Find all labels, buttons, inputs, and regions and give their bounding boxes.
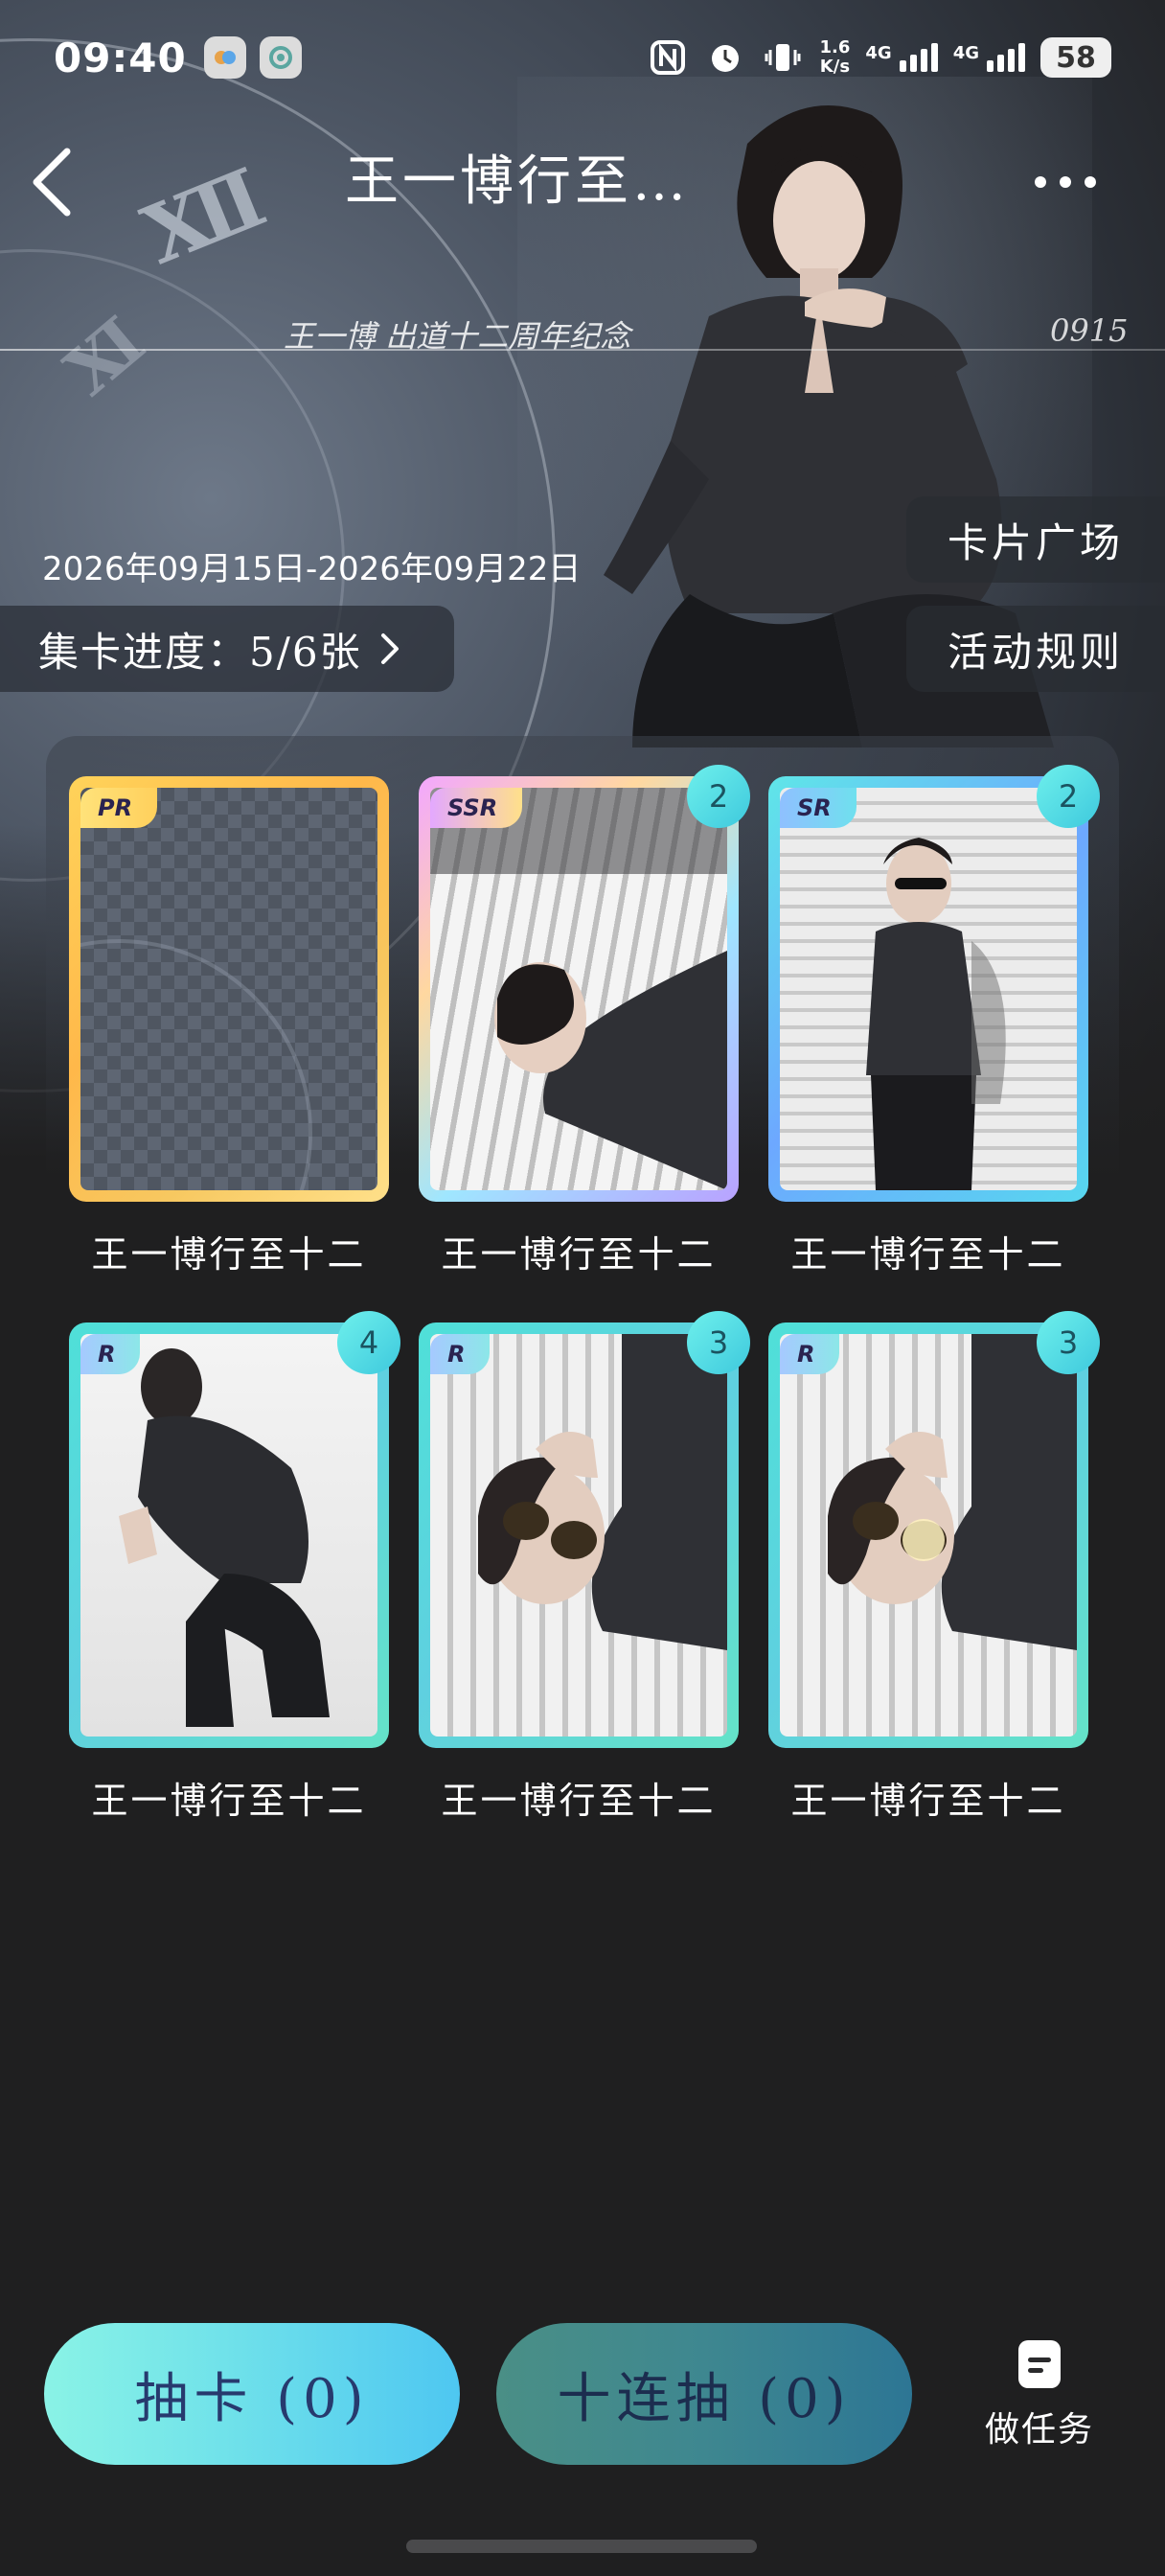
more-options-button[interactable] (1035, 163, 1131, 201)
back-button[interactable] (23, 144, 90, 220)
app-notification-icon (203, 36, 246, 79)
card-count-badge: 3 (1037, 1311, 1100, 1374)
rarity-badge: SR (780, 788, 857, 828)
card-name: 王一博行至十二 (91, 1780, 367, 1822)
card-r-1[interactable]: R 4 (69, 1311, 400, 1748)
sim1-type: 4G (865, 43, 892, 63)
network-speed: 1.6 K/s (819, 38, 850, 77)
signal-sim2-icon: 4G (953, 43, 1025, 72)
card-image (80, 1334, 377, 1736)
card-count-badge: 2 (687, 765, 750, 828)
event-rules-button[interactable]: 活动规则 (906, 606, 1165, 692)
draw-card-button[interactable]: 抽卡 (0) (44, 2323, 460, 2465)
task-list-icon (1018, 2340, 1061, 2388)
signal-sim1-icon: 4G (865, 43, 938, 72)
card-count-badge: 2 (1037, 765, 1100, 828)
card-name: 王一博行至十二 (790, 1780, 1066, 1822)
rarity-badge: R (80, 1334, 141, 1374)
card-sr[interactable]: SR 2 (768, 765, 1100, 1202)
status-bar: 09:40 1.6 K/s 4G 4G 58 (0, 0, 1165, 115)
sim2-type: 4G (952, 43, 979, 63)
alarm-icon (704, 36, 746, 79)
card-image (780, 788, 1077, 1190)
rarity-badge: R (780, 1334, 840, 1374)
ten-draw-button[interactable]: 十连抽 (0) (496, 2323, 912, 2465)
do-task-label: 做任务 (984, 2410, 1094, 2450)
event-date-range: 2026年09月15日-2026年09月22日 (42, 550, 582, 588)
collection-progress-button[interactable]: 集卡进度：5/6张 (0, 606, 454, 692)
card-r-3[interactable]: R 3 (768, 1311, 1100, 1748)
banner-divider (0, 349, 1165, 351)
rarity-badge: R (430, 1334, 491, 1374)
card-name: 王一博行至十二 (441, 1780, 717, 1822)
card-image (430, 788, 727, 1190)
app-notification-icon-2 (259, 36, 302, 79)
chevron-left-icon (33, 148, 71, 217)
collection-progress-label: 集卡进度：5/6张 (38, 628, 362, 676)
rarity-badge: SSR (430, 788, 523, 828)
vibrate-icon (762, 36, 804, 79)
page-title: 王一博行至… (345, 150, 690, 213)
card-image-locked (80, 788, 377, 1190)
card-name: 王一博行至十二 (91, 1233, 367, 1276)
chevron-right-icon (380, 633, 399, 664)
card-pr[interactable]: PR (69, 776, 389, 1202)
network-speed-unit: K/s (819, 57, 851, 77)
battery-indicator: 58 (1040, 37, 1111, 78)
do-task-button[interactable]: 做任务 (968, 2338, 1111, 2453)
card-count-badge: 3 (687, 1311, 750, 1374)
home-indicator[interactable] (406, 2540, 757, 2553)
more-dots-icon (1035, 176, 1046, 188)
card-image (430, 1334, 727, 1736)
card-r-2[interactable]: R 3 (419, 1311, 750, 1748)
card-name: 王一博行至十二 (790, 1233, 1066, 1276)
card-count-badge: 4 (337, 1311, 400, 1374)
network-speed-value: 1.6 (819, 37, 851, 58)
card-image (780, 1334, 1077, 1736)
card-name: 王一博行至十二 (441, 1233, 717, 1276)
rarity-badge: PR (80, 788, 158, 828)
anniversary-text: 王一博 出道十二周年纪念 (284, 318, 631, 355)
anniversary-code: 0915 (1050, 312, 1129, 349)
nfc-icon (647, 36, 689, 79)
card-ssr[interactable]: SSR 2 (419, 765, 750, 1202)
status-time: 09:40 (54, 34, 187, 81)
card-square-button[interactable]: 卡片广场 (906, 496, 1165, 583)
